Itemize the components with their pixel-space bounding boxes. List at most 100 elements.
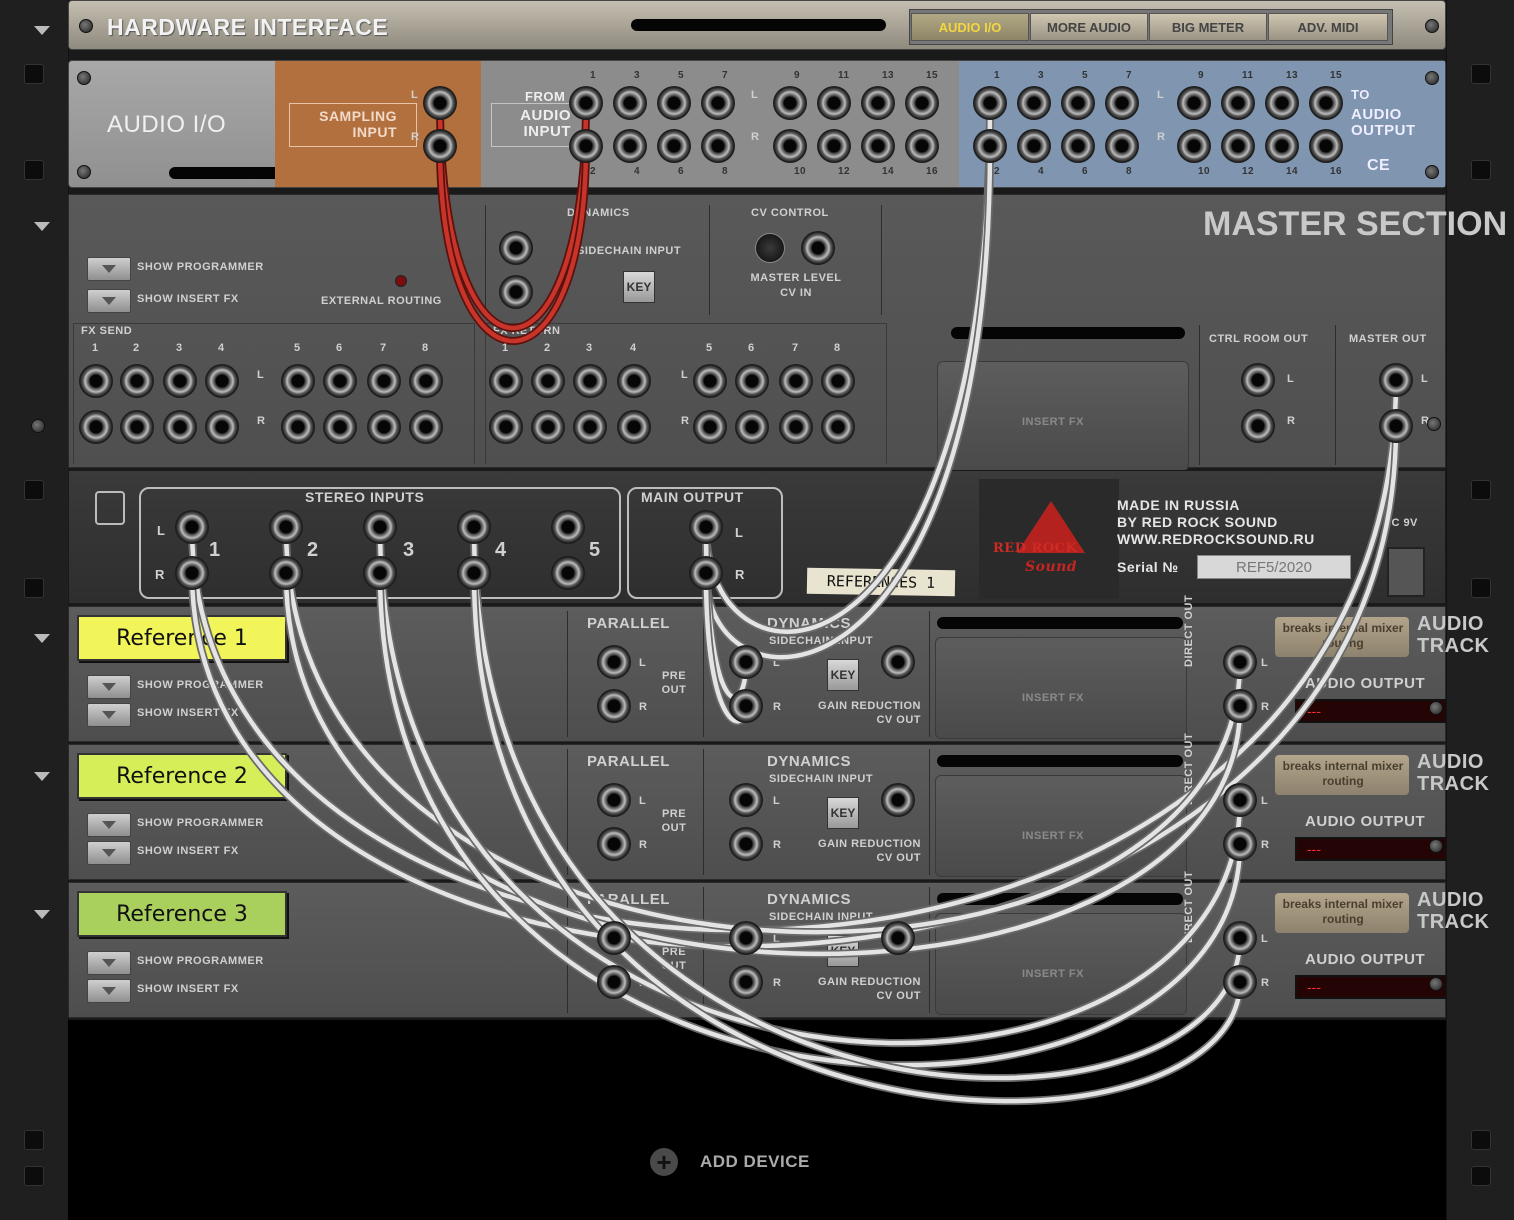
audio-input-jack[interactable] (657, 86, 691, 120)
fx-return-jack[interactable] (821, 410, 855, 444)
audio-input-jack[interactable] (569, 86, 603, 120)
gain-reduction-cv-jack[interactable] (881, 645, 915, 679)
audio-input-jack[interactable] (861, 129, 895, 163)
track-name-tag[interactable]: Reference 2 (77, 753, 287, 799)
fx-return-jack[interactable] (693, 410, 727, 444)
stereo-input-jack-r[interactable] (175, 556, 209, 590)
fx-send-jack[interactable] (367, 364, 401, 398)
show-programmer-toggle[interactable] (87, 257, 131, 281)
audio-output-display[interactable]: --- (1295, 699, 1447, 723)
audio-output-display[interactable]: --- (1295, 975, 1447, 999)
audio-input-jack[interactable] (657, 129, 691, 163)
fx-send-jack[interactable] (323, 364, 357, 398)
track-fold-toggle[interactable] (34, 910, 50, 919)
stereo-input-jack-r[interactable] (457, 556, 491, 590)
fx-return-jack[interactable] (779, 364, 813, 398)
sidechain-jack-r[interactable] (729, 965, 763, 999)
fx-return-jack[interactable] (489, 364, 523, 398)
stereo-input-jack-r[interactable] (269, 556, 303, 590)
main-output-jack-l[interactable] (689, 510, 723, 544)
direct-out-jack-l[interactable] (1223, 921, 1257, 955)
stereo-input-jack-l[interactable] (175, 510, 209, 544)
tab-more-audio[interactable]: MORE AUDIO (1030, 13, 1148, 41)
fx-return-jack[interactable] (693, 364, 727, 398)
master-insert-fx-panel[interactable]: INSERT FX (937, 361, 1189, 471)
audio-output-jack[interactable] (1265, 86, 1299, 120)
direct-out-jack-r[interactable] (1223, 689, 1257, 723)
audio-input-jack[interactable] (905, 86, 939, 120)
audio-output-jack[interactable] (973, 86, 1007, 120)
audio-input-jack[interactable] (613, 86, 647, 120)
ctrl-room-out-jack-l[interactable] (1241, 363, 1275, 397)
fx-send-jack[interactable] (409, 410, 443, 444)
audio-input-jack[interactable] (569, 129, 603, 163)
parallel-out-jack-l[interactable] (597, 645, 631, 679)
direct-out-jack-l[interactable] (1223, 645, 1257, 679)
master-out-jack-r[interactable] (1379, 409, 1413, 443)
stereo-input-jack-l[interactable] (363, 510, 397, 544)
sidechain-jack-l[interactable] (499, 231, 533, 265)
master-level-cv-jack[interactable] (801, 231, 835, 265)
track-insert-fx-panel[interactable]: INSERT FX (935, 913, 1187, 1015)
show-programmer-toggle[interactable] (87, 675, 131, 699)
stereo-input-jack-l[interactable] (551, 510, 585, 544)
sidechain-jack-l[interactable] (729, 645, 763, 679)
fx-return-jack[interactable] (617, 364, 651, 398)
audio-input-jack[interactable] (613, 129, 647, 163)
key-button[interactable]: KEY (827, 935, 859, 967)
audio-output-jack[interactable] (1177, 129, 1211, 163)
audio-output-jack[interactable] (1061, 86, 1095, 120)
audio-output-jack[interactable] (1017, 86, 1051, 120)
sidechain-jack-l[interactable] (729, 783, 763, 817)
audio-output-jack[interactable] (1177, 86, 1211, 120)
fx-return-jack[interactable] (531, 364, 565, 398)
fx-send-jack[interactable] (163, 364, 197, 398)
sidechain-jack-r[interactable] (729, 689, 763, 723)
track-name-tag[interactable]: Reference 1 (77, 615, 287, 661)
fx-return-jack[interactable] (573, 364, 607, 398)
master-level-knob[interactable] (755, 233, 785, 263)
sampling-input-jack-r[interactable] (423, 129, 457, 163)
audio-output-display[interactable]: --- (1295, 837, 1447, 861)
parallel-out-jack-r[interactable] (597, 827, 631, 861)
show-insert-fx-toggle[interactable] (87, 979, 131, 1003)
master-fold-toggle[interactable] (34, 222, 50, 231)
track-insert-fx-panel[interactable]: INSERT FX (935, 637, 1187, 739)
parallel-out-jack-l[interactable] (597, 921, 631, 955)
track-fold-toggle[interactable] (34, 634, 50, 643)
show-programmer-toggle[interactable] (87, 951, 131, 975)
audio-output-jack[interactable] (1309, 86, 1343, 120)
fx-return-jack[interactable] (821, 364, 855, 398)
parallel-out-jack-l[interactable] (597, 783, 631, 817)
fx-return-jack[interactable] (617, 410, 651, 444)
tab-audio-io[interactable]: AUDIO I/O (911, 13, 1029, 41)
add-device-icon[interactable]: + (650, 1148, 678, 1176)
track-insert-fx-panel[interactable]: INSERT FX (935, 775, 1187, 877)
track-name-tag[interactable]: Reference 3 (77, 891, 287, 937)
fx-return-jack[interactable] (735, 410, 769, 444)
fx-send-jack[interactable] (120, 410, 154, 444)
stereo-input-jack-l[interactable] (457, 510, 491, 544)
sidechain-jack-r[interactable] (499, 275, 533, 309)
sampling-input-jack-l[interactable] (423, 86, 457, 120)
fx-send-jack[interactable] (163, 410, 197, 444)
parallel-out-jack-r[interactable] (597, 965, 631, 999)
fx-send-jack[interactable] (79, 410, 113, 444)
direct-out-jack-r[interactable] (1223, 827, 1257, 861)
fx-send-jack[interactable] (205, 364, 239, 398)
stereo-input-jack-l[interactable] (269, 510, 303, 544)
audio-output-jack[interactable] (1105, 86, 1139, 120)
fx-send-jack[interactable] (367, 410, 401, 444)
main-output-jack-r[interactable] (689, 556, 723, 590)
tab-adv-midi[interactable]: ADV. MIDI (1268, 13, 1388, 41)
audio-output-jack[interactable] (1105, 129, 1139, 163)
tape-label[interactable]: REFERENCES 1 (806, 567, 956, 597)
direct-out-jack-r[interactable] (1223, 965, 1257, 999)
direct-out-jack-l[interactable] (1223, 783, 1257, 817)
ctrl-room-out-jack-r[interactable] (1241, 409, 1275, 443)
audio-input-jack[interactable] (701, 86, 735, 120)
tab-big-meter[interactable]: BIG METER (1149, 13, 1267, 41)
gain-reduction-cv-jack[interactable] (881, 783, 915, 817)
stereo-input-jack-r[interactable] (551, 556, 585, 590)
fx-return-jack[interactable] (735, 364, 769, 398)
